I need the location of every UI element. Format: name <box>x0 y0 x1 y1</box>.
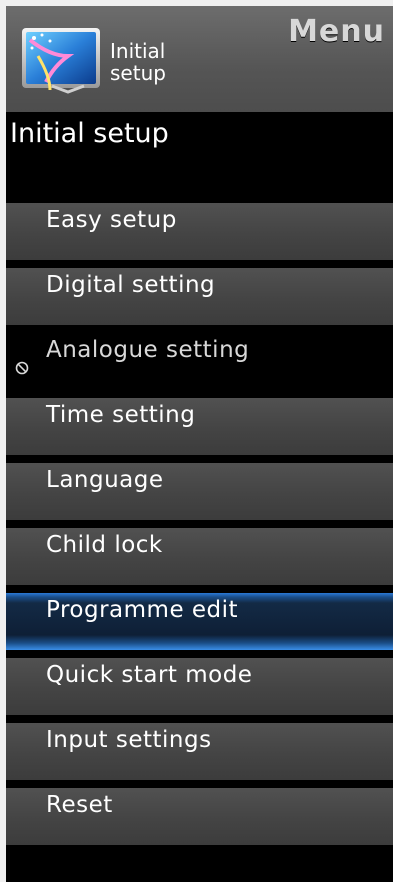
menu-item-label: Language <box>46 467 164 493</box>
bottom-strip <box>6 853 393 882</box>
menu-item-label: Programme edit <box>46 597 239 623</box>
menu-item-time-setting[interactable]: Time setting <box>6 398 393 455</box>
menu-panel: Initial setup Menu Initial setup Easy se… <box>6 6 393 882</box>
menu-item-language[interactable]: Language <box>6 463 393 520</box>
menu-item-label: Quick start mode <box>46 662 253 688</box>
menu-item-label: Time setting <box>46 402 196 428</box>
menu-item-child-lock[interactable]: Child lock <box>6 528 393 585</box>
no-entry-icon <box>15 361 29 375</box>
menu-item-input-settings[interactable]: Input settings <box>6 723 393 780</box>
menu-item-label: Digital setting <box>46 272 216 298</box>
menu-item-label: Child lock <box>46 532 163 558</box>
menu-header: Initial setup Menu <box>6 6 393 112</box>
menu-item-analogue-setting: Analogue setting <box>6 333 393 390</box>
menu-list: Easy setup Digital setting Analogue sett… <box>6 203 393 853</box>
menu-item-label: Input settings <box>46 727 212 753</box>
menu-item-label: Easy setup <box>46 207 177 233</box>
initial-setup-icon <box>22 28 100 94</box>
header-subtitle-line1: Initial <box>110 39 166 63</box>
section-title: Initial setup <box>10 118 169 149</box>
menu-item-easy-setup[interactable]: Easy setup <box>6 203 393 260</box>
menu-item-label: Analogue setting <box>46 337 250 363</box>
menu-title: Menu <box>288 14 385 49</box>
menu-item-programme-edit[interactable]: Programme edit <box>6 593 393 650</box>
menu-item-reset[interactable]: Reset <box>6 788 393 845</box>
menu-item-quick-start-mode[interactable]: Quick start mode <box>6 658 393 715</box>
menu-item-digital-setting[interactable]: Digital setting <box>6 268 393 325</box>
header-subtitle-line2: setup <box>110 61 166 85</box>
header-subtitle: Initial setup <box>110 40 166 84</box>
menu-item-label: Reset <box>46 792 113 818</box>
